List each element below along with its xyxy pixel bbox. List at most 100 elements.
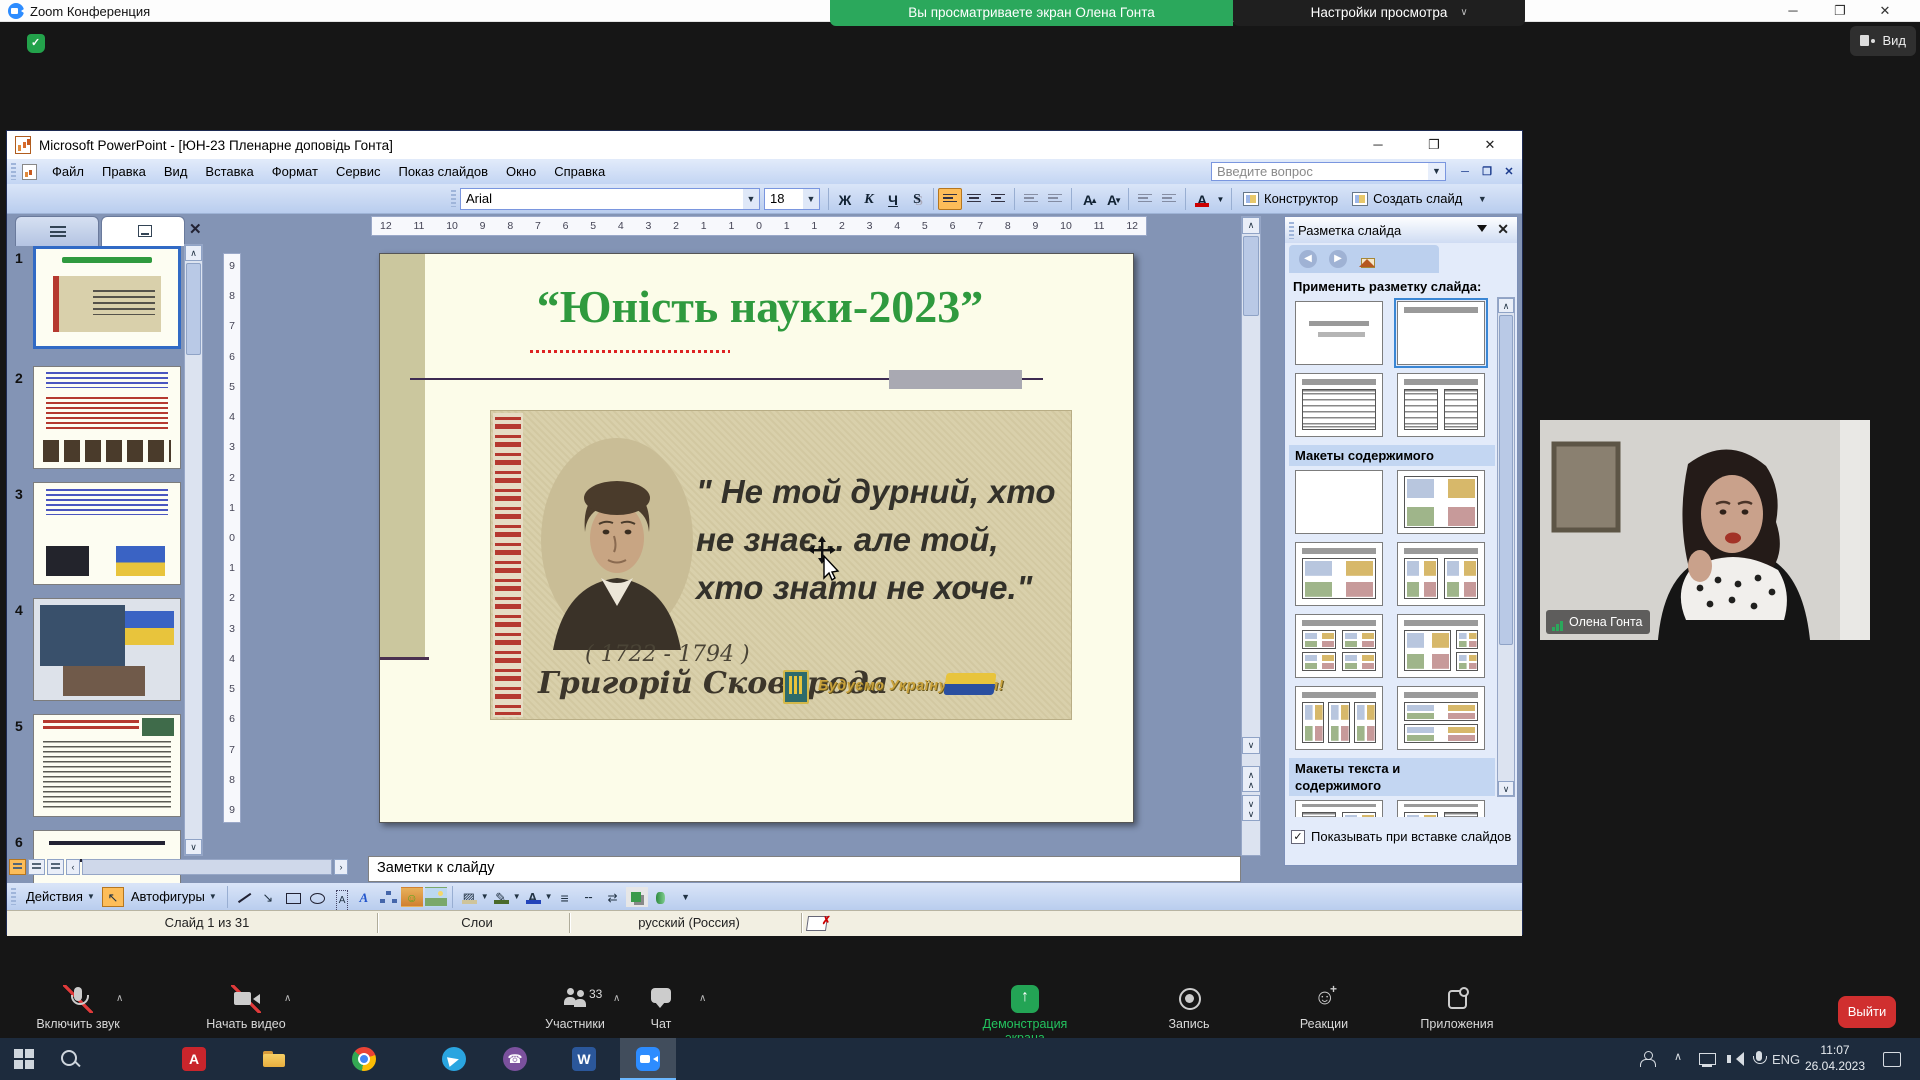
tabs-scrollbar[interactable] (82, 859, 332, 875)
spellcheck-icon[interactable] (807, 914, 831, 932)
sorter-view-button[interactable] (28, 859, 45, 875)
text-shadow-button[interactable]: S (905, 188, 929, 210)
layout-thumbnail[interactable] (1295, 542, 1383, 606)
font-color-dropdown[interactable]: ▼ (1214, 188, 1227, 210)
normal-view-button[interactable] (9, 859, 26, 875)
ppt-minimize-button[interactable]: ─ (1363, 134, 1393, 156)
menu-item[interactable]: Справка (545, 159, 614, 184)
menu-item[interactable]: Вставка (196, 159, 262, 184)
slide-thumbnail[interactable] (33, 366, 181, 469)
numbered-list-button[interactable] (1019, 188, 1043, 210)
menu-item[interactable]: Правка (93, 159, 155, 184)
toolbar-grip[interactable] (451, 190, 456, 207)
line-style-icon[interactable] (554, 887, 576, 907)
shadow-style-icon[interactable] (626, 887, 648, 907)
layout-thumbnail[interactable] (1397, 373, 1485, 437)
dash-style-icon[interactable] (578, 887, 600, 907)
align-center-button[interactable] (962, 188, 986, 210)
scrollbar-thumb[interactable] (1499, 315, 1513, 645)
language-indicator[interactable]: ENG (1772, 1052, 1800, 1067)
slide-canvas[interactable]: “Юність науки-2023” (379, 253, 1134, 823)
zoom-control[interactable]: ∧ Начать видео (191, 985, 301, 1031)
acrobat-icon[interactable] (182, 1047, 206, 1071)
microphone-tray-icon[interactable] (1750, 1050, 1768, 1068)
zoom-control[interactable]: ∧ Чат (606, 985, 716, 1031)
nav-home-icon[interactable] (1359, 251, 1377, 267)
toolbar-grip[interactable] (11, 163, 16, 180)
underline-button[interactable]: Ч (881, 188, 905, 210)
layout-thumbnail[interactable] (1295, 301, 1383, 365)
webcam-feed[interactable]: Олена Гонта (1540, 420, 1870, 640)
view-settings-button[interactable]: Настройки просмотра∨ (1233, 0, 1525, 26)
quote-text[interactable]: " Не той дурний, хтоне знає... але той,х… (696, 468, 1066, 612)
slideshow-view-button[interactable] (47, 859, 64, 875)
tab-slides[interactable] (101, 216, 185, 246)
font-color-icon[interactable]: А (522, 887, 544, 907)
fill-color-icon[interactable]: ▨ (458, 887, 480, 907)
zoom-control[interactable]: Запись (1134, 985, 1244, 1031)
slide-thumbnail[interactable] (33, 482, 181, 585)
slide-title[interactable]: “Юність науки-2023” (450, 280, 1070, 333)
doc-minimize-button[interactable]: ─ (1455, 164, 1475, 181)
ppt-close-button[interactable]: ✕ (1475, 134, 1505, 156)
scrollbar-thumb[interactable] (186, 263, 201, 355)
scroll-left-icon[interactable]: ‹ (66, 859, 80, 875)
pane-grip[interactable] (1289, 222, 1294, 239)
layout-thumbnail[interactable] (1295, 800, 1383, 817)
chrome-icon[interactable] (352, 1047, 376, 1071)
layout-thumbnail[interactable] (1397, 470, 1485, 534)
toolbar-grip[interactable] (11, 888, 16, 905)
clipart-icon[interactable] (401, 887, 423, 907)
italic-button[interactable]: К (857, 188, 881, 210)
toolbar-overflow-icon[interactable]: ▼ (679, 892, 693, 902)
align-right-button[interactable] (986, 188, 1010, 210)
minimize-button[interactable]: ─ (1778, 0, 1808, 22)
previous-slide-button[interactable]: ∧∧ (1242, 766, 1260, 792)
increase-font-button[interactable]: А▲ (1076, 188, 1100, 210)
slide-thumbnail[interactable] (33, 714, 181, 817)
bullet-list-button[interactable] (1043, 188, 1067, 210)
bold-button[interactable]: Ж (833, 188, 857, 210)
layout-thumbnail[interactable] (1295, 470, 1383, 534)
scroll-up-icon[interactable]: ∧ (185, 245, 202, 261)
speaker-icon[interactable] (1726, 1050, 1744, 1068)
start-button-icon[interactable] (12, 1047, 36, 1071)
zoom-app-icon[interactable] (636, 1047, 660, 1071)
font-size-combo[interactable]: 18▼ (764, 188, 820, 210)
dropdown-icon[interactable]: ▼ (1428, 163, 1445, 180)
ppt-restore-button[interactable]: ❐ (1419, 134, 1449, 156)
status-language[interactable]: русский (Россия) (579, 915, 799, 930)
diagram-icon[interactable] (377, 887, 399, 907)
network-icon[interactable] (1698, 1050, 1716, 1068)
autoshapes-menu-button[interactable]: Автофигуры▼ (125, 889, 223, 904)
zoom-control[interactable]: Демонстрация экрана (970, 985, 1080, 1045)
skovoroda-quote-image[interactable]: " Не той дурний, хтоне знає... але той,х… (490, 410, 1072, 720)
layout-thumbnail-selected[interactable] (1397, 301, 1485, 365)
nav-back-icon[interactable]: ◀ (1299, 250, 1317, 268)
zoom-control[interactable]: Приложения (1402, 985, 1512, 1031)
line-icon[interactable] (233, 887, 255, 907)
thumbnail-scrollbar[interactable]: ∧ ∨ (184, 244, 203, 856)
layout-thumbnail[interactable] (1397, 686, 1485, 750)
chevron-up-icon[interactable]: ∧ (116, 993, 123, 1004)
font-color-button[interactable]: А (1190, 188, 1214, 210)
textbox-icon[interactable] (329, 887, 351, 907)
menu-item[interactable]: Показ слайдов (389, 159, 497, 184)
panel-close-icon[interactable]: ✕ (189, 220, 202, 238)
slide-scrollbar[interactable]: ∧ ∨ ∧∧ ∨∨ (1241, 216, 1261, 856)
scroll-up-icon[interactable]: ∧ (1498, 298, 1514, 313)
close-button[interactable]: ✕ (1870, 0, 1900, 22)
line-color-icon[interactable]: ✎ (490, 887, 512, 907)
rectangle-icon[interactable] (281, 887, 303, 907)
layout-thumbnail[interactable] (1295, 373, 1383, 437)
viber-icon[interactable] (503, 1047, 527, 1071)
insert-picture-icon[interactable] (425, 887, 447, 907)
clock[interactable]: 11:0726.04.2023 (1800, 1042, 1870, 1074)
menu-item[interactable]: Файл (43, 159, 93, 184)
question-input[interactable]: Введите вопрос▼ (1211, 162, 1446, 181)
security-shield-icon[interactable] (27, 34, 45, 53)
chevron-up-icon[interactable]: ∧ (284, 993, 291, 1004)
menu-item[interactable]: Формат (263, 159, 327, 184)
decrease-font-button[interactable]: А▼ (1100, 188, 1124, 210)
scroll-up-icon[interactable]: ∧ (1242, 217, 1260, 234)
